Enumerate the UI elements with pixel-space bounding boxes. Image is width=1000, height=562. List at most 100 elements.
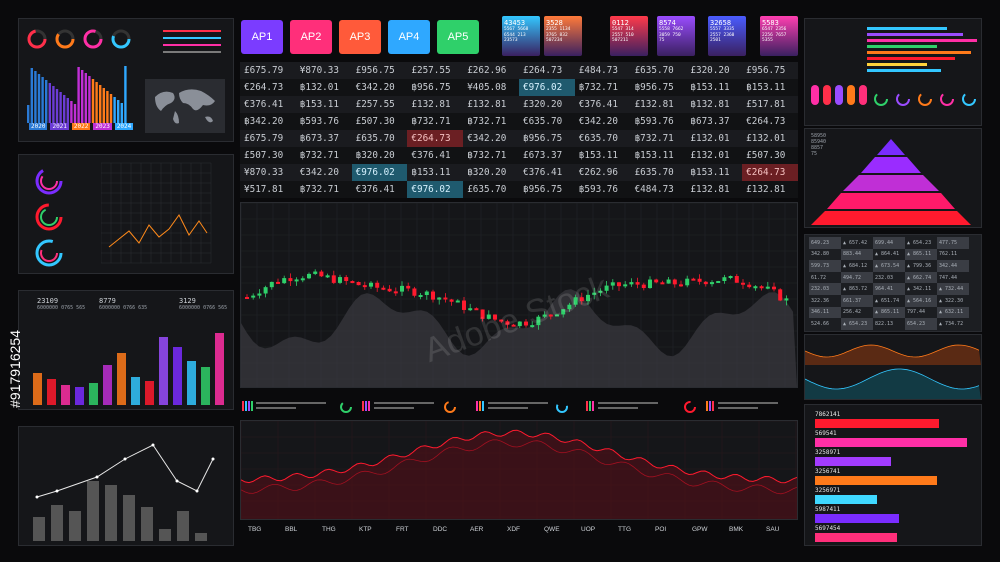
candlestick-chart: [240, 202, 802, 387]
candle-body: [437, 297, 442, 300]
candle-body: [772, 286, 776, 290]
legend-lines: [163, 30, 221, 53]
ticker-sau[interactable]: SAU: [766, 526, 779, 533]
small-grid-cell: 797.44: [907, 309, 926, 316]
candle-body: [710, 282, 714, 285]
price-cell: €264.73: [746, 116, 786, 127]
ticker-thg[interactable]: THG: [322, 526, 336, 533]
small-grid-cell: ▲ 651.74: [875, 297, 900, 304]
year-bar: [70, 101, 73, 123]
price-cell: £132.81: [467, 99, 507, 110]
year-2024: 2024: [114, 123, 134, 130]
candle-body: [734, 276, 739, 283]
mini-legends: [240, 398, 800, 416]
small-grid-cell: 649.23: [809, 237, 841, 249]
small-grid-cell: ▲ 863.72: [843, 286, 868, 293]
candle-body: [325, 275, 330, 278]
ticker-ttg[interactable]: TTG: [618, 526, 631, 533]
small-grid-cell: ▲ 564.16: [905, 294, 937, 307]
candle-body: [765, 286, 770, 289]
candle-body: [691, 278, 696, 281]
price-cell: €484.73: [634, 184, 674, 195]
price-cell: ฿593.76: [299, 116, 339, 127]
price-cell: ฿593.76: [578, 184, 618, 195]
small-grid-cell: ▲ 662.74: [905, 271, 937, 284]
ticker-tbg[interactable]: TBG: [248, 526, 261, 533]
candle-body: [443, 297, 448, 300]
candle-body: [666, 279, 671, 284]
ticker-ktp[interactable]: KTP: [359, 526, 372, 533]
year-bar: [88, 76, 91, 123]
right-top-bar: [867, 33, 963, 36]
ticker-gpw[interactable]: GPW: [692, 526, 708, 533]
candle-body: [251, 295, 256, 298]
ticker-poi[interactable]: POI: [655, 526, 666, 533]
small-grid-cell: 256.42: [843, 309, 862, 316]
gray-bar: [69, 511, 81, 541]
gray-bar: [159, 529, 171, 541]
candle-body: [722, 277, 727, 282]
price-grid: £675.79 ¥870.33 £956.75 £257.55 £262.96 £264.…: [240, 62, 798, 198]
price-cell: £320.20: [522, 99, 563, 110]
candle-body: [362, 285, 367, 288]
candle-body: [753, 286, 758, 289]
price-cell: ฿732.71: [578, 82, 618, 93]
small-grid-cell: 883.44: [841, 248, 873, 261]
price-row: ฿342.20 ฿593.76 £507.30 ฿732.71 ฿732.71 €635.…: [240, 113, 798, 130]
small-grid-cell: 654.23: [905, 318, 937, 330]
pyramid-panel: 58950 85940 8857 75: [804, 128, 982, 228]
price-row: €264.73 ฿132.01 €342.20 ฿956.75 ¥405.08 €976.…: [240, 79, 798, 96]
gray-bar: [87, 481, 99, 541]
tab-ap4[interactable]: AP4: [388, 20, 430, 54]
ticker-uop[interactable]: UOP: [581, 526, 595, 533]
gray-bar: [105, 485, 117, 541]
price-cell: €376.41: [578, 99, 618, 110]
tab-ap3[interactable]: AP3: [339, 20, 381, 54]
candle-body: [263, 287, 268, 294]
year-bar: [55, 89, 59, 123]
tab-ap1[interactable]: AP1: [241, 20, 283, 54]
small-grid-cell: ▲ 684.12: [843, 262, 868, 269]
candle-body: [629, 282, 634, 285]
ticker-bmk[interactable]: BMK: [729, 526, 743, 533]
price-cell: €376.41: [355, 184, 395, 195]
tab-ap2[interactable]: AP2: [290, 20, 332, 54]
price-row: €376.41 ฿153.11 £257.55 £132.81 £132.81 £320.…: [240, 96, 798, 113]
ticker-aer[interactable]: AER: [470, 526, 483, 533]
small-grid-row: 599.73 ▲ 684.12 ▲ 673.54 ▲ 799.36 342.44: [809, 260, 977, 272]
stat-card-3: 0112 5547 314 2557 510 507211: [610, 16, 648, 56]
hbar-label: 3258971: [815, 449, 841, 456]
price-row: ¥870.33 €342.20 €976.02 ฿153.11 ฿320.20 €376.…: [240, 164, 798, 181]
stat-card-4: 8574 5558 7662 3059 750 75: [657, 16, 695, 56]
year-bar: [66, 98, 69, 123]
candle-body: [703, 281, 708, 285]
year-bar: [27, 105, 30, 123]
price-row: £675.79 ฿673.37 £635.70 €264.73 €342.20 ฿956.…: [240, 130, 798, 147]
world-map-icon: [155, 89, 215, 124]
red-area-fill: [241, 430, 797, 519]
color-bar: [89, 383, 98, 405]
hbar: [815, 514, 899, 523]
price-cell: ฿153.11: [746, 82, 786, 93]
red-area-panel: [240, 420, 798, 520]
ticker-xdf[interactable]: XDF: [507, 526, 520, 533]
candle-body: [406, 285, 411, 289]
year-bar: [37, 74, 41, 123]
hbar: [815, 438, 967, 447]
price-cell: €342.20: [578, 116, 618, 127]
price-cell: £132.01: [690, 150, 730, 161]
orange-line-chart: 440420400380360340320300280260240: [101, 162, 212, 264]
candle-body: [257, 293, 262, 296]
candle-body: [418, 295, 423, 298]
tab-ap5[interactable]: AP5: [437, 20, 479, 54]
candle-body: [350, 281, 355, 284]
year-2023: 2023: [93, 123, 112, 130]
ticker-frt[interactable]: FRT: [396, 526, 409, 533]
ticker-qwe[interactable]: QWE: [544, 526, 560, 533]
small-grid-row: 524.66 ▲ 654.23 822.13 654.23 ▲ 734.72: [809, 318, 977, 330]
right-top-bar: [867, 51, 971, 54]
price-cell: €635.70: [578, 133, 618, 144]
small-grid-panel: 649.23 ▲ 657.42 699.44 ▲ 654.23 477.75 342.80…: [804, 234, 982, 332]
ticker-ddc[interactable]: DDC: [433, 526, 447, 533]
ticker-bbl[interactable]: BBL: [285, 526, 297, 533]
